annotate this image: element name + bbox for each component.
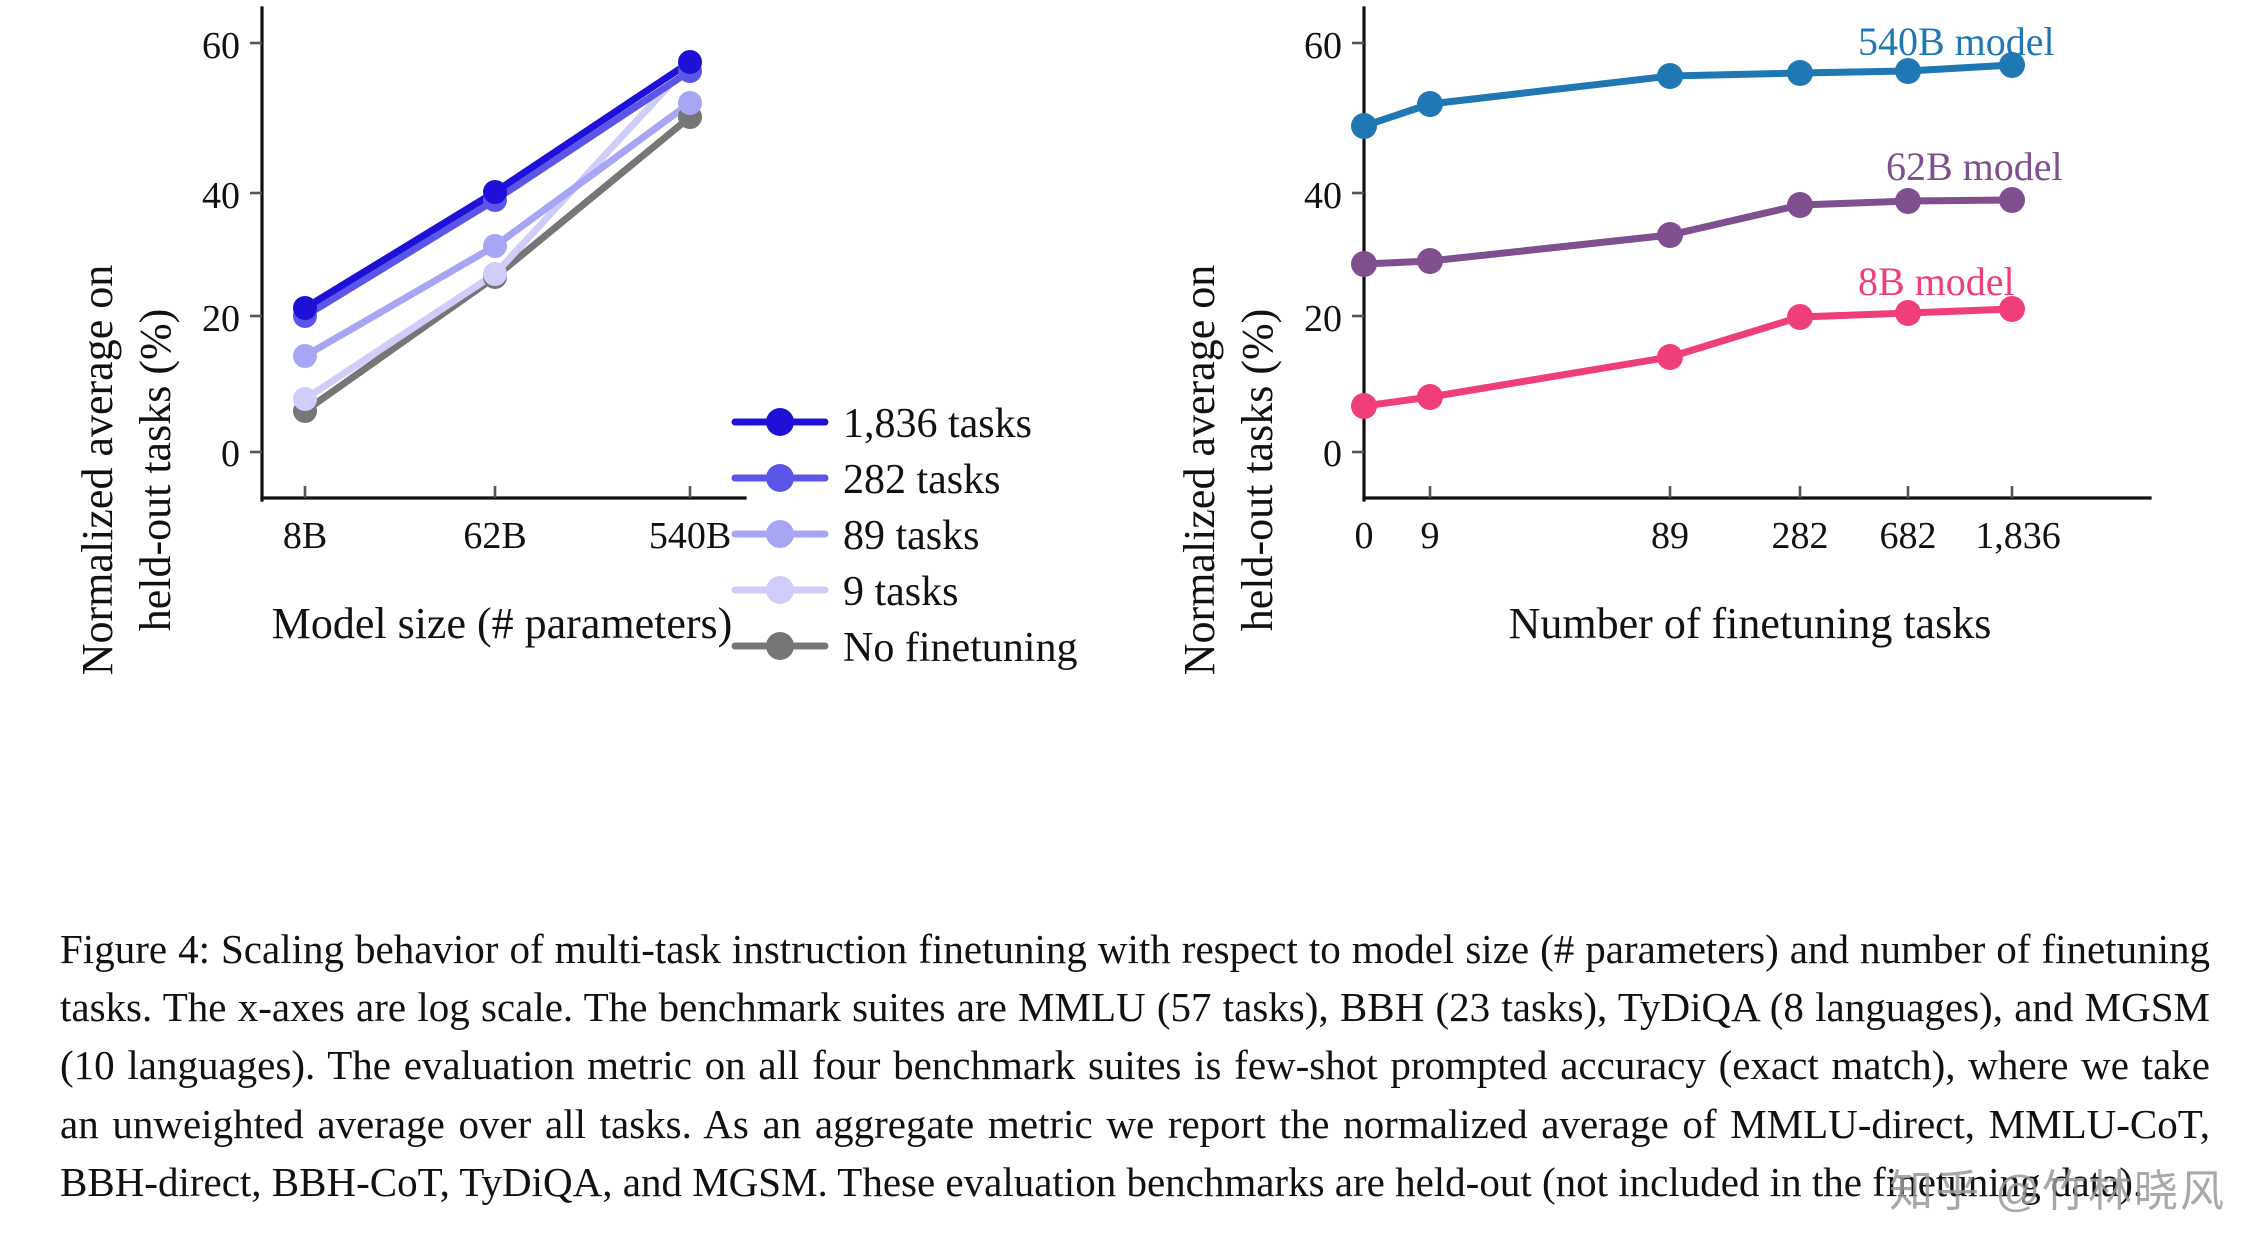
- figure-caption-text: Scaling behavior of multi-task instructi…: [60, 926, 2210, 1205]
- left-ytick-40: 40: [202, 175, 240, 217]
- left-y-axis-label-line2: held-out tasks (%): [131, 309, 180, 632]
- right-xtick-682: 682: [1880, 515, 1937, 557]
- legend-marker-89-tasks: [766, 520, 794, 548]
- chart-left-model-size: Normalized average on held-out tasks (%)…: [0, 0, 1140, 900]
- annotation-62b-model: 62B model: [1886, 144, 2063, 189]
- right-x-axis-label: Number of finetuning tasks: [1509, 599, 1992, 648]
- left-xtick-540b: 540B: [649, 515, 731, 557]
- left-xtick-8b: 8B: [283, 515, 327, 557]
- left-ytick-0: 0: [221, 433, 240, 475]
- legend-marker-1836-tasks: [766, 408, 794, 436]
- watermark: 知乎 @竹林晓风: [1889, 1167, 2226, 1216]
- legend-item-1836-tasks[interactable]: 1,836 tasks: [731, 401, 1032, 447]
- left-x-axis-label: Model size (# parameters): [272, 599, 733, 648]
- legend-marker-282-tasks: [766, 464, 794, 492]
- legend-marker-9-tasks: [766, 576, 794, 604]
- right-ytick-40: 40: [1304, 175, 1342, 217]
- left-ytick-20: 20: [202, 298, 240, 340]
- annotation-8b-model: 8B model: [1858, 259, 2015, 304]
- left-legend: 1,836 tasks 282 tasks 89 tasks 9 tasks N…: [731, 401, 1077, 671]
- left-y-axis-label-line1: Normalized average on: [73, 265, 122, 675]
- left-ytick-60: 60: [202, 25, 240, 67]
- right-y-axis-label-line1: Normalized average on: [1175, 265, 1224, 675]
- figure-caption: Figure 4: Scaling behavior of multi-task…: [60, 920, 2210, 1211]
- legend-label-1836-tasks: 1,836 tasks: [843, 401, 1032, 447]
- legend-marker-no-finetuning: [766, 632, 794, 660]
- annotation-540b-model: 540B model: [1858, 19, 2055, 64]
- legend-label-282-tasks: 282 tasks: [843, 457, 1001, 503]
- right-annotations: 540B model 62B model 8B model: [1858, 19, 2063, 304]
- legend-label-no-finetuning: No finetuning: [843, 625, 1077, 671]
- legend-item-89-tasks[interactable]: 89 tasks: [731, 513, 980, 559]
- right-ytick-60: 60: [1304, 25, 1342, 67]
- right-xtick-9: 9: [1421, 515, 1440, 557]
- figure-caption-label: Figure 4:: [60, 926, 210, 972]
- right-chart-svg: Normalized average on held-out tasks (%)…: [1175, 6, 2152, 675]
- right-ytick-20: 20: [1304, 298, 1342, 340]
- figure-4: Normalized average on held-out tasks (%)…: [0, 0, 2266, 1259]
- left-chart-svg: Normalized average on held-out tasks (%)…: [73, 6, 1077, 675]
- right-xtick-0: 0: [1355, 515, 1374, 557]
- left-series-89-tasks: [301, 99, 694, 360]
- right-markers: [1351, 52, 2025, 419]
- right-y-axis-label-line2: held-out tasks (%): [1233, 309, 1282, 632]
- right-xtick-89: 89: [1651, 515, 1689, 557]
- legend-item-no-finetuning[interactable]: No finetuning: [731, 625, 1077, 671]
- legend-label-89-tasks: 89 tasks: [843, 513, 980, 559]
- chart-right-num-tasks: Normalized average on held-out tasks (%)…: [1140, 0, 2266, 900]
- right-xtick-1836: 1,836: [1975, 515, 2061, 557]
- legend-label-9-tasks: 9 tasks: [843, 569, 959, 615]
- right-series-group: [1351, 52, 2025, 419]
- right-xtick-282: 282: [1772, 515, 1829, 557]
- legend-item-9-tasks[interactable]: 9 tasks: [731, 569, 959, 615]
- right-ytick-0: 0: [1323, 433, 1342, 475]
- legend-item-282-tasks[interactable]: 282 tasks: [731, 457, 1001, 503]
- left-xtick-62b: 62B: [463, 515, 526, 557]
- left-series-group: [293, 50, 702, 423]
